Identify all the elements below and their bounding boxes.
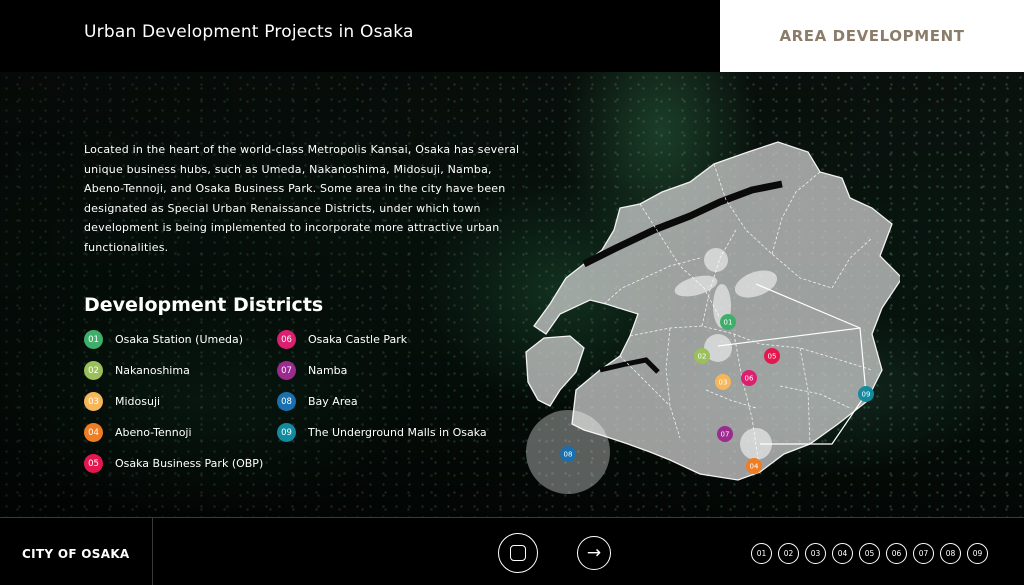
home-button[interactable] bbox=[498, 533, 538, 573]
intro-paragraph: Located in the heart of the world-class … bbox=[84, 143, 520, 254]
district-label: Osaka Station (Umeda) bbox=[115, 333, 243, 346]
page-button-04[interactable]: 04 bbox=[832, 543, 853, 564]
district-label: Abeno-Tennoji bbox=[115, 426, 192, 439]
district-label: Namba bbox=[308, 364, 348, 377]
district-badge: 08 bbox=[277, 392, 296, 411]
map-marker-label: 07 bbox=[721, 431, 730, 439]
legend-item-02[interactable]: 02 Nakanoshima bbox=[84, 361, 190, 380]
page-title: Urban Development Projects in Osaka bbox=[84, 22, 414, 42]
map-marker-label: 06 bbox=[745, 375, 754, 383]
legend-item-03[interactable]: 03 Midosuji bbox=[84, 392, 160, 411]
osaka-district-map: 01 02 03 04 05 06 07 08 09 bbox=[525, 141, 900, 494]
district-label: Osaka Business Park (OBP) bbox=[115, 457, 264, 470]
legend-item-09[interactable]: 09 The Underground Malls in Osaka bbox=[277, 423, 487, 442]
district-label: Bay Area bbox=[308, 395, 358, 408]
header-bar: Urban Development Projects in Osaka AREA… bbox=[0, 0, 1024, 72]
page-button-06[interactable]: 06 bbox=[886, 543, 907, 564]
district-label: Midosuji bbox=[115, 395, 161, 408]
page-button-07[interactable]: 07 bbox=[913, 543, 934, 564]
page-button-02[interactable]: 02 bbox=[778, 543, 799, 564]
map-marker-label: 02 bbox=[698, 353, 707, 361]
districts-heading: Development Districts bbox=[84, 294, 324, 316]
district-badge: 07 bbox=[277, 361, 296, 380]
map-marker-label: 03 bbox=[719, 379, 728, 387]
district-badge: 06 bbox=[277, 330, 296, 349]
district-badge: 05 bbox=[84, 454, 103, 473]
map-marker-label: 04 bbox=[750, 463, 759, 471]
legend-item-01[interactable]: 01 Osaka Station (Umeda) bbox=[84, 330, 243, 349]
next-button[interactable]: → bbox=[577, 536, 611, 570]
page-button-03[interactable]: 03 bbox=[805, 543, 826, 564]
legend-item-05[interactable]: 05 Osaka Business Park (OBP) bbox=[84, 454, 263, 473]
page-button-01[interactable]: 01 bbox=[751, 543, 772, 564]
page-button-08[interactable]: 08 bbox=[940, 543, 961, 564]
page-navigation: 01 02 03 04 05 06 07 08 09 bbox=[751, 543, 994, 564]
district-badge: 03 bbox=[84, 392, 103, 411]
section-tab-label: AREA DEVELOPMENT bbox=[779, 27, 965, 45]
district-badge: 02 bbox=[84, 361, 103, 380]
map-marker-label: 08 bbox=[564, 451, 573, 459]
footer-divider bbox=[152, 518, 153, 585]
legend-item-08[interactable]: 08 Bay Area bbox=[277, 392, 358, 411]
arrow-right-icon: → bbox=[586, 543, 602, 563]
map-marker-label: 05 bbox=[768, 353, 777, 361]
page-button-09[interactable]: 09 bbox=[967, 543, 988, 564]
page-button-05[interactable]: 05 bbox=[859, 543, 880, 564]
section-tab-area-development[interactable]: AREA DEVELOPMENT bbox=[720, 0, 1024, 72]
city-label: CITY OF OSAKA bbox=[22, 547, 130, 561]
district-label: Osaka Castle Park bbox=[308, 333, 408, 346]
map-marker-label: 01 bbox=[724, 319, 733, 327]
footer-bar: CITY OF OSAKA → 01 02 03 04 05 06 07 08 … bbox=[0, 517, 1024, 585]
district-label: Nakanoshima bbox=[115, 364, 190, 377]
map-marker-label: 09 bbox=[862, 391, 871, 399]
city-background: Located in the heart of the world-class … bbox=[0, 72, 1024, 517]
home-square-icon bbox=[510, 545, 526, 561]
district-label: The Underground Malls in Osaka bbox=[308, 426, 487, 439]
district-badge: 09 bbox=[277, 423, 296, 442]
district-badge: 04 bbox=[84, 423, 103, 442]
legend-item-04[interactable]: 04 Abeno-Tennoji bbox=[84, 423, 192, 442]
legend-item-07[interactable]: 07 Namba bbox=[277, 361, 347, 380]
district-badge: 01 bbox=[84, 330, 103, 349]
legend-item-06[interactable]: 06 Osaka Castle Park bbox=[277, 330, 407, 349]
